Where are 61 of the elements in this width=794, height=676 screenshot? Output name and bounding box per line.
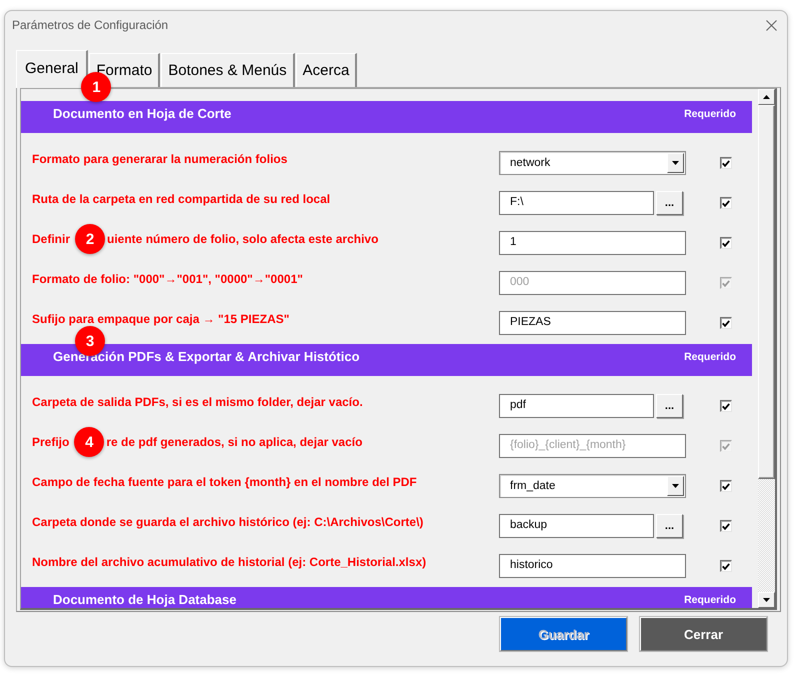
check-icon <box>722 320 730 326</box>
caret-icon[interactable] <box>667 153 684 173</box>
text-field[interactable]: F:\ <box>499 191 654 215</box>
checkbox[interactable] <box>720 157 732 169</box>
caret-icon[interactable] <box>667 476 684 496</box>
caret-up-icon <box>763 95 770 99</box>
setting-label: Definir <box>32 232 70 246</box>
text-field[interactable]: 1 <box>499 231 686 255</box>
setting-label: Prefijo <box>32 435 70 449</box>
text-field[interactable]: PIEZAS <box>499 311 686 335</box>
setting-label: re de pdf generados, si no aplica, dejar vacío <box>106 435 362 449</box>
checkbox[interactable] <box>720 520 732 532</box>
section-title: Documento en Hoja de Corte <box>53 107 232 121</box>
check-icon <box>722 522 730 530</box>
required-label: Requerido <box>684 350 736 364</box>
browse-button[interactable]: ... <box>656 394 683 418</box>
text-field[interactable]: historico <box>499 554 686 578</box>
scrollbar-thumb[interactable] <box>758 105 775 479</box>
check-icon <box>722 280 730 286</box>
number-badge: 4 <box>74 427 104 457</box>
setting-label: Formato de folio: "000"→"001", "0000"→"0001" <box>32 272 303 286</box>
close-button[interactable]: Cerrar <box>640 617 767 651</box>
setting-label: Sufijo para empaque por caja → "15 PIEZAS" <box>32 312 290 326</box>
setting-label: Carpeta de salida PDFs, si es el mismo folder, dejar vacío. <box>32 395 363 409</box>
window-title: Parámetros de Configuración <box>12 18 168 32</box>
check-icon <box>722 562 730 570</box>
check-icon <box>722 402 730 410</box>
check-icon <box>722 482 730 490</box>
tab[interactable]: Acerca <box>296 53 358 87</box>
checkbox[interactable] <box>720 400 732 412</box>
setting-label: Nombre del archivo acumulativo de historial (ej: Corte_Historial.xlsx) <box>32 555 426 569</box>
setting-label: Ruta de la carpeta en red compartida de su red local <box>32 192 330 206</box>
browse-button[interactable]: ... <box>656 514 683 538</box>
setting-label: Formato para generarar la numeración folios <box>32 152 288 166</box>
close-icon[interactable] <box>766 20 777 30</box>
text-field[interactable]: pdf <box>499 394 654 418</box>
number-badge: 2 <box>75 224 106 254</box>
check-icon <box>722 442 730 450</box>
check-icon <box>722 240 730 246</box>
scroll-up-button[interactable] <box>758 89 775 105</box>
check-icon <box>722 160 730 166</box>
required-label: Requerido <box>684 107 736 121</box>
setting-label: uiente número de folio, solo afecta este archivo <box>107 232 378 246</box>
check-icon <box>722 200 730 206</box>
checkbox[interactable] <box>720 237 732 249</box>
setting-label: Campo de fecha fuente para el token {month} en el nombre del PDF <box>32 475 417 489</box>
tab[interactable]: General <box>16 50 88 88</box>
section-title: Documento de Hoja Database <box>53 593 236 607</box>
required-label: Requerido <box>684 593 736 607</box>
checkbox[interactable] <box>720 317 732 329</box>
dropdown[interactable]: network <box>499 151 686 175</box>
tab[interactable]: Botones & Menús <box>161 53 295 87</box>
text-field[interactable]: backup <box>499 514 654 538</box>
browse-button[interactable]: ... <box>656 191 683 215</box>
dropdown[interactable]: frm_date <box>499 474 686 498</box>
caret-down-icon <box>763 598 770 602</box>
checkbox[interactable] <box>720 560 732 572</box>
scroll-down-button[interactable] <box>758 592 775 608</box>
checkbox[interactable] <box>720 197 732 209</box>
checkbox[interactable] <box>720 480 732 492</box>
setting-label: Carpeta donde se guarda el archivo histórico (ej: C:\Archivos\Corte\) <box>32 515 424 529</box>
